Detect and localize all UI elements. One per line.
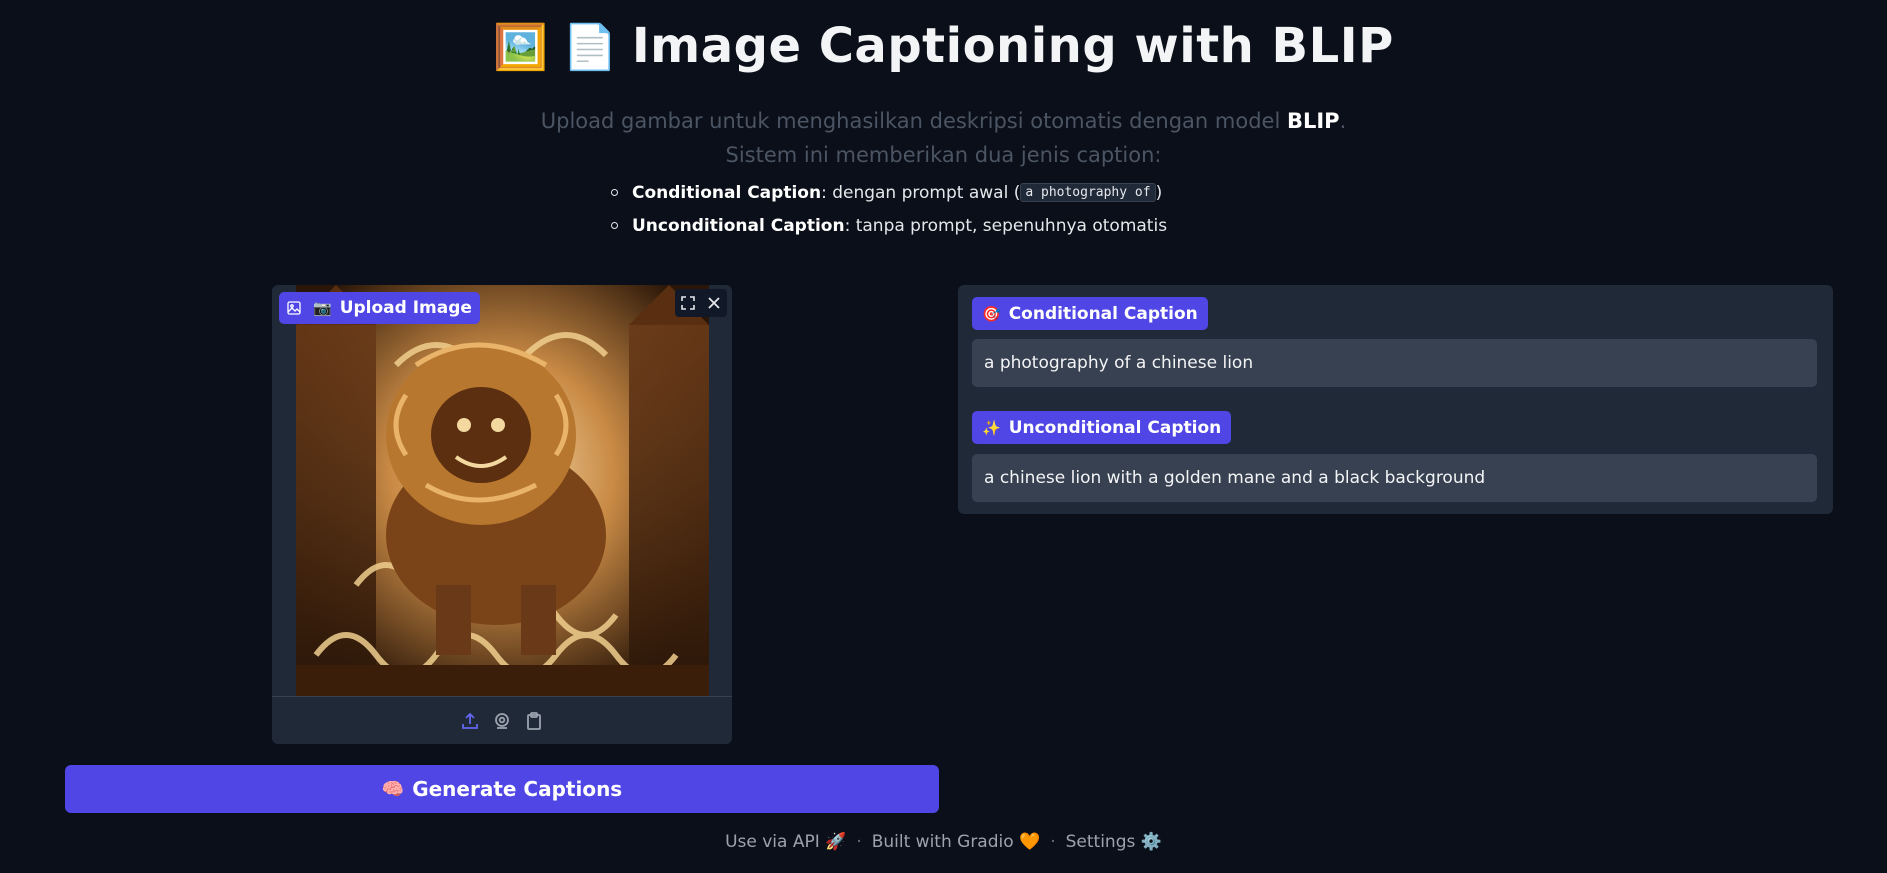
bullet-icon [611,222,618,229]
document-icon: 📄 [562,22,618,73]
upload-source-bar [272,696,732,744]
unconditional-caption-output[interactable]: a chinese lion with a golden mane and a … [972,454,1817,502]
caption-types-list: Conditional Caption: dengan prompt awal … [611,176,1167,242]
page-title-text: Image Captioning with BLIP [631,18,1394,74]
image-icon [287,301,301,315]
target-icon: 🎯 [982,304,1001,323]
camera-icon: 📷 [313,299,332,317]
picture-icon: 🖼️ [493,22,549,73]
captions-panel: 🎯 Conditional Caption a photography of a… [958,285,1833,514]
upload-icon[interactable] [460,711,480,731]
generate-captions-button[interactable]: 🧠 Generate Captions [65,765,939,813]
fullscreen-icon[interactable] [681,296,695,310]
conditional-caption-output[interactable]: a photography of a chinese lion [972,339,1817,387]
rocket-icon: 🚀 [825,832,847,852]
description-line-2: Sistem ini memberikan dua jenis caption: [725,143,1162,167]
use-via-api-link[interactable]: Use via API 🚀 [725,832,846,852]
lion-artwork [296,285,709,696]
list-item: Unconditional Caption: tanpa prompt, sep… [611,209,1167,242]
clipboard-icon[interactable] [524,711,544,731]
footer-separator: · [1050,832,1056,852]
gradio-logo-icon: 🧡 [1019,832,1041,852]
uploaded-image [296,285,709,696]
built-with-gradio-link[interactable]: Built with Gradio 🧡 [872,832,1041,852]
image-upload-panel[interactable] [272,285,732,744]
unconditional-caption-label: ✨ Unconditional Caption [972,411,1232,444]
settings-link[interactable]: Settings ⚙️ [1066,832,1162,852]
description-line-1: Upload gambar untuk menghasilkan deskrip… [540,109,1347,133]
upload-image-text: Upload Image [339,298,472,318]
page-footer: Use via API 🚀 · Built with Gradio 🧡 · Se… [0,832,1887,852]
footer-separator: · [856,832,862,852]
page-description: Upload gambar untuk menghasilkan deskrip… [0,104,1887,172]
webcam-icon[interactable] [492,711,512,731]
bullet-icon [611,189,618,196]
list-item: Conditional Caption: dengan prompt awal … [611,176,1167,209]
gear-icon: ⚙️ [1140,832,1162,852]
close-icon[interactable] [707,296,721,310]
image-controls [675,289,727,317]
model-name: BLIP [1286,109,1340,133]
sparkles-icon: ✨ [982,418,1001,437]
brain-icon: 🧠 [381,778,405,800]
prompt-code: a photography of [1020,183,1156,202]
page-title: 🖼️ 📄 Image Captioning with BLIP [0,18,1887,74]
upload-image-label: 📷 Upload Image [279,292,480,324]
conditional-caption-label: 🎯 Conditional Caption [972,297,1208,330]
